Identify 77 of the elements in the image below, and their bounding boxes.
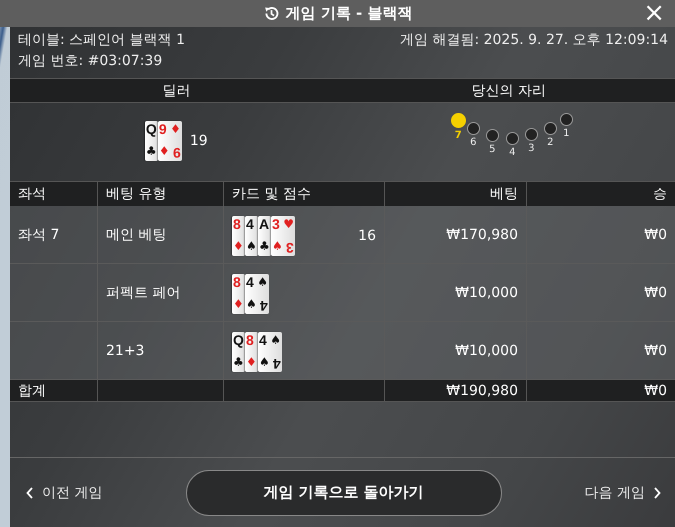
card-suit: ♣	[259, 240, 270, 253]
seat-dot[interactable]	[544, 122, 557, 135]
card-suit: ♠	[270, 334, 281, 347]
back-to-history-button[interactable]: 게임 기록으로 돌아가기	[186, 470, 502, 516]
table-cell: 메인 베팅	[98, 206, 224, 264]
seat-number: 3	[528, 143, 534, 154]
column-header: 베팅	[385, 182, 527, 206]
card-rank: 4	[246, 274, 254, 290]
seat-number: 4	[509, 147, 516, 158]
card-suit: ♣	[146, 145, 157, 158]
card-suit: ♦	[246, 356, 257, 369]
seat-dot[interactable]	[466, 122, 480, 135]
card-suit: ♦	[170, 123, 181, 136]
history-icon	[262, 5, 280, 22]
table-cell: 좌석 7	[10, 206, 98, 264]
window-title: 게임 기록 - 블랙잭	[286, 4, 412, 23]
resolved-time: 게임 해결됨: 2025. 9. 27. 오후 12:09:14	[400, 31, 668, 49]
table-cell: ₩0	[527, 380, 675, 402]
table-cell: ₩0	[527, 264, 675, 322]
chevron-left-icon	[26, 486, 34, 498]
section-heading: 당신의 자리	[470, 82, 547, 100]
card-suit: ♦	[158, 145, 170, 158]
section-heading: 딜러	[161, 82, 192, 100]
seat-dot[interactable]	[524, 128, 538, 141]
previous-game-link[interactable]: 이전 게임	[22, 480, 106, 506]
card-suit: ♠	[246, 298, 257, 311]
column-header: 승	[527, 182, 675, 206]
close-button[interactable]: ×	[639, 1, 669, 25]
card-rank: 8	[233, 216, 241, 232]
next-game-link[interactable]: 다음 게임	[580, 480, 665, 506]
card-suit: ♦	[233, 298, 244, 311]
seat-number: 7	[454, 130, 462, 141]
card-rank: A	[259, 216, 270, 232]
hand-score: 16	[358, 228, 376, 244]
chevron-right-icon	[653, 486, 661, 498]
table-cell: 합계	[10, 380, 98, 402]
table-cell: ₩0	[527, 322, 675, 380]
card-suit: ♠	[259, 356, 270, 369]
card-suit: ♥	[283, 218, 294, 231]
hand-score: 19	[190, 133, 208, 149]
card-rank: 4	[273, 356, 281, 372]
seat-dot[interactable]	[450, 113, 466, 128]
game-number: 게임 번호: #03:07:39	[18, 52, 164, 70]
card-rank: 3	[272, 216, 280, 232]
seat-number: 1	[563, 128, 570, 139]
table-cell: ₩10,000	[385, 322, 527, 380]
column-header: 카드 및 점수	[224, 182, 385, 206]
card-rank: 8	[246, 332, 254, 348]
card-suit: ♠	[246, 240, 257, 253]
card-rank: Q	[233, 332, 244, 348]
card-suit: ♠	[257, 276, 268, 289]
seat-number: 2	[547, 137, 554, 148]
card-suit: ♠	[272, 240, 283, 253]
column-header: 좌석	[10, 182, 98, 206]
card-rank: 8	[233, 274, 241, 290]
card-rank: 3	[286, 240, 294, 256]
card-rank: 9	[158, 121, 167, 137]
table-cell: 퍼펙트 페어	[98, 264, 224, 322]
card-rank: 4	[246, 216, 254, 232]
seat-number: 6	[470, 137, 476, 148]
table-cell: 21+3	[98, 322, 224, 380]
card-rank: 9	[173, 145, 181, 161]
table-cell: ₩10,000	[385, 264, 527, 322]
card-suit: ♣	[233, 356, 244, 369]
seat-number: 5	[489, 144, 496, 155]
seat-dot[interactable]	[506, 132, 519, 145]
seat-dot[interactable]	[560, 113, 573, 126]
table-name: 테이블: 스페인어 블랙잭 1	[18, 31, 185, 49]
seat-dot[interactable]	[486, 129, 499, 142]
card-rank: 4	[260, 298, 268, 314]
card-suit: ♦	[233, 240, 244, 253]
card-rank: Q	[146, 121, 157, 137]
table-cell: ₩170,980	[385, 206, 527, 264]
table-cell: ₩0	[527, 206, 675, 264]
table-cell: ₩190,980	[385, 380, 527, 402]
card-rank: 4	[259, 332, 267, 348]
column-header: 베팅 유형	[98, 182, 224, 206]
